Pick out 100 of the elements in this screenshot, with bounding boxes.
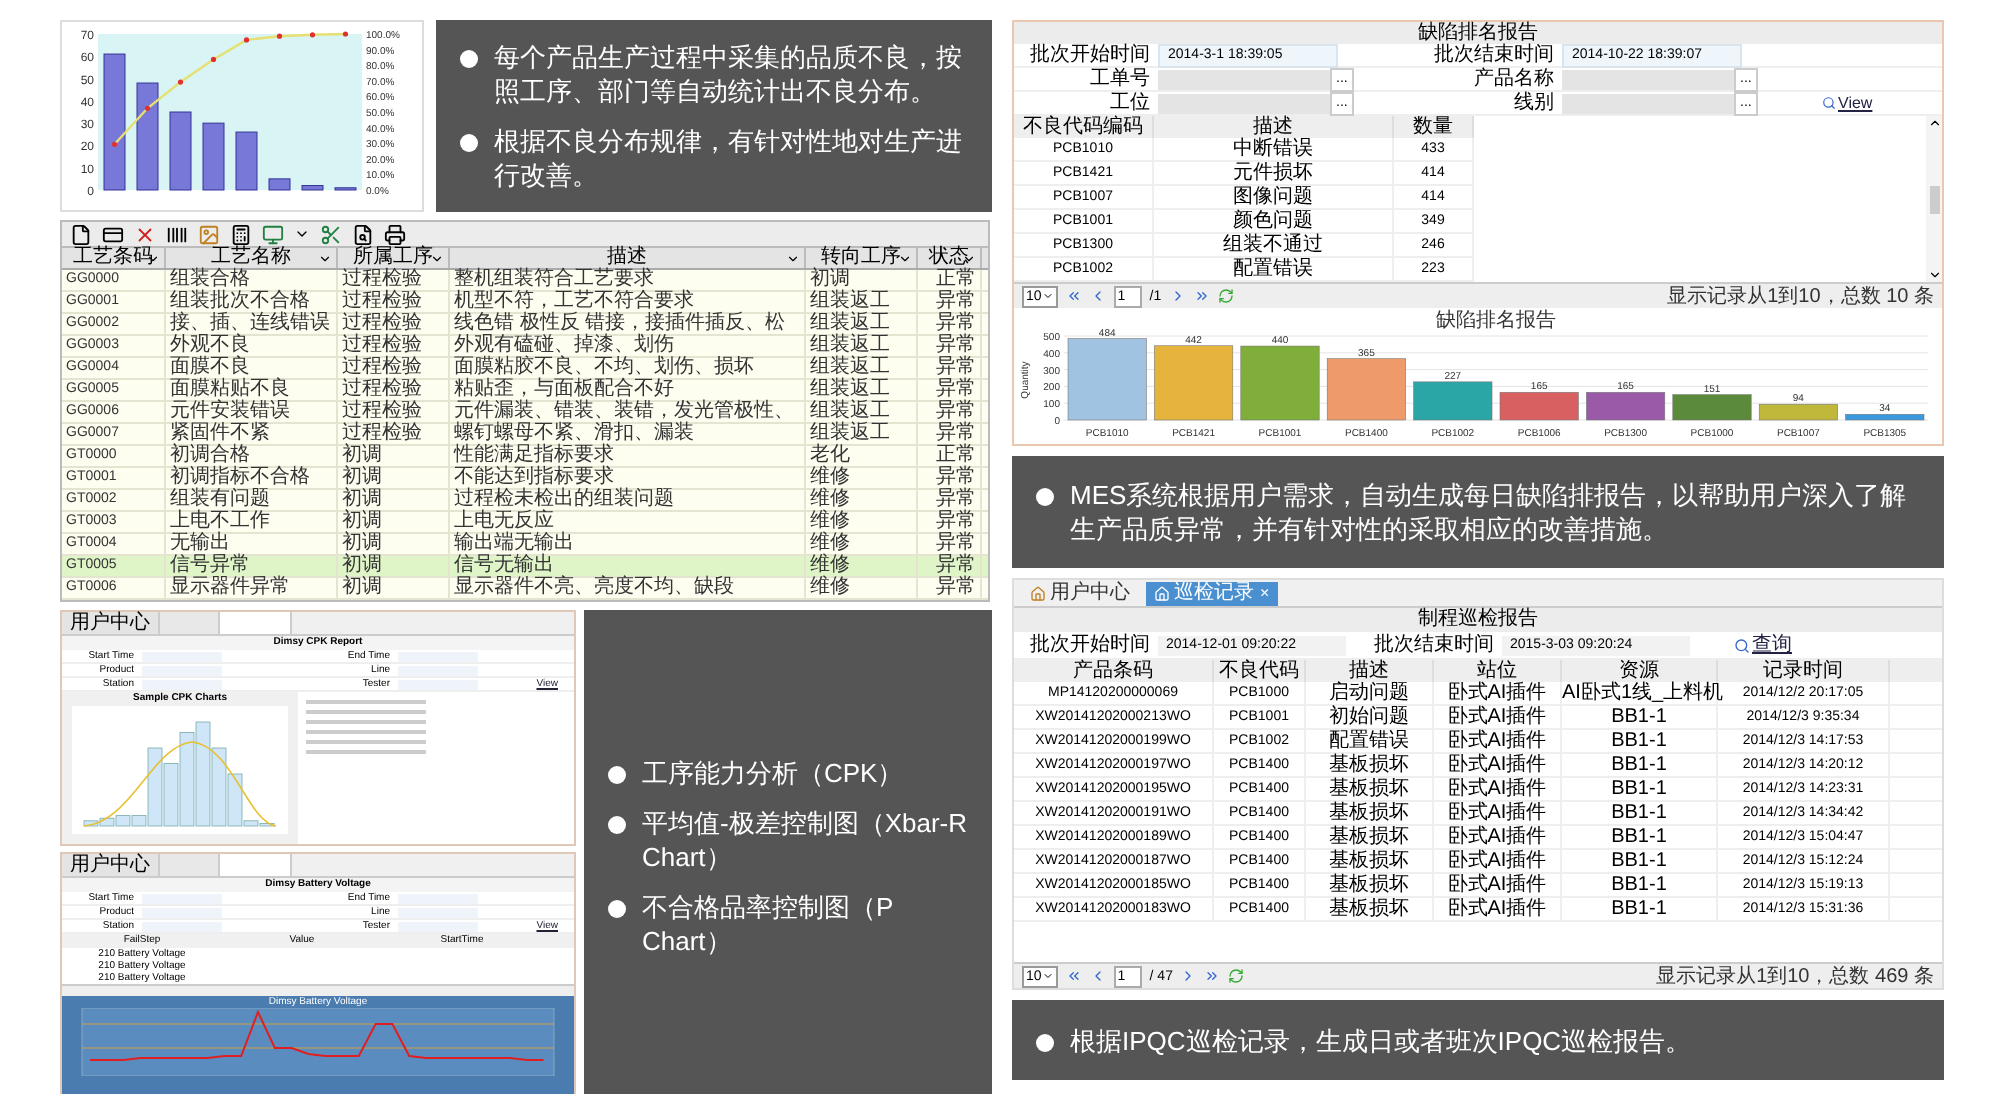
first-page-icon[interactable] (1065, 288, 1082, 304)
column-header: 站位 (1434, 660, 1562, 682)
refresh-icon[interactable] (1217, 288, 1234, 304)
input-field[interactable] (1562, 93, 1734, 113)
input-field[interactable] (1562, 69, 1734, 89)
dropdown-icon[interactable] (898, 251, 912, 265)
note-text: 每个产品生产过程中采集的品质不良，按照工序、部门等自动统计出不良分布。 (494, 40, 964, 108)
field-label: 批次结束时间 (1372, 634, 1496, 656)
table-cell: 异常 (918, 358, 982, 378)
table-cell: 中断错误 (1154, 138, 1394, 160)
table-cell: 卧式AI插件 (1434, 826, 1562, 848)
table-cell: 卧式AI插件 (1434, 850, 1562, 872)
table-cell: 信号异常 (166, 556, 338, 576)
table-cell: BB1-1 (1562, 802, 1718, 824)
table-cell: 紧固件不紧 (166, 424, 338, 444)
table-cell: 异常 (918, 314, 982, 334)
table-cell: 组装有问题 (166, 490, 338, 510)
delete-icon[interactable] (134, 223, 156, 245)
note-text: 不合格品率控制图（P Chart） (642, 890, 895, 958)
table-cell: 显示器件不亮、亮度不均、缺段 (450, 578, 806, 598)
table-cell: 组装返工 (806, 424, 918, 444)
caret-icon[interactable] (294, 226, 310, 242)
column-header: 数量 (1394, 116, 1474, 138)
input-field[interactable] (1158, 69, 1330, 89)
bar (1413, 381, 1493, 421)
column-header[interactable]: 状态 (918, 248, 982, 268)
scissors-icon[interactable] (320, 223, 342, 245)
column-header[interactable]: 工艺名称 (166, 248, 338, 268)
first-page-icon[interactable] (1065, 968, 1082, 984)
table-cell: 基板损坏 (1306, 754, 1434, 776)
last-page-icon[interactable] (1204, 968, 1221, 984)
note-text: MES系统根据用户需求，自动生成每日缺陷排报告，以帮助用户深入了解生产品质异常，并有针对性的采取相应的改善措施。 (1070, 478, 1909, 546)
table-cell: 组装返工 (806, 402, 918, 422)
table-cell: 正常 (918, 446, 982, 466)
table-cell: 初调指标不合格 (166, 468, 338, 488)
table-cell: 组装不通过 (1154, 234, 1394, 256)
refresh-icon[interactable] (1228, 968, 1245, 984)
table-cell: AI卧式1线_上料机 (1562, 682, 1718, 704)
table-cell: 初调 (338, 468, 450, 488)
table-cell: 过程检验 (338, 424, 450, 444)
table-cell: 初调 (338, 578, 450, 598)
tab[interactable]: 用户中心 (62, 612, 160, 634)
bullet-icon (608, 766, 626, 784)
note-text: 工序能力分析（CPK） (642, 756, 904, 790)
input-field[interactable] (1158, 93, 1330, 113)
table-cell: 卧式AI插件 (1434, 754, 1562, 776)
table-cell: 接、插、连线错误 (166, 314, 338, 334)
table-cell: 初调 (806, 270, 918, 290)
bar (1758, 403, 1838, 421)
table-cell: 卧式AI插件 (1434, 730, 1562, 752)
table-cell: BB1-1 (1562, 754, 1718, 776)
query-link[interactable]: 查询 (1734, 634, 1792, 656)
table-cell: 元件安装错误 (166, 402, 338, 422)
dropdown-icon[interactable] (318, 251, 332, 265)
bar (1499, 391, 1579, 421)
table-cell: 面膜粘胶不良、不均、划伤、损坏 (450, 358, 806, 378)
table-cell: 过程检验 (338, 380, 450, 400)
new-file-icon[interactable] (70, 223, 92, 245)
column-header[interactable]: 工艺条码 (62, 248, 166, 268)
bar (1240, 345, 1320, 421)
table-cell: 维修 (806, 578, 918, 598)
table-cell: 配置错误 (1154, 258, 1394, 280)
table-cell: 元件损坏 (1154, 162, 1394, 184)
note-text: 平均值-极差控制图（Xbar-R Chart） (642, 806, 968, 874)
scrollbar[interactable] (1926, 116, 1942, 282)
scroll-up-icon[interactable] (1927, 116, 1941, 130)
image-icon[interactable] (198, 223, 220, 245)
table-cell: 启动问题 (1306, 682, 1434, 704)
monitor-icon[interactable] (262, 223, 284, 245)
column-header[interactable]: 转向工序 (806, 248, 918, 268)
barcode-icon[interactable] (166, 223, 188, 245)
home-icon (1154, 586, 1170, 602)
column-header: 记录时间 (1718, 660, 1890, 682)
calculator-icon[interactable] (230, 223, 252, 245)
table-cell: 线色错 极性反 错接，接插件插反、松 (450, 314, 806, 334)
printer-icon[interactable] (384, 223, 406, 245)
tab[interactable]: 用户中心 (62, 854, 160, 876)
table-cell: 外观有磕碰、掉漆、划伤 (450, 336, 806, 356)
table-cell: BB1-1 (1562, 730, 1718, 752)
card-icon[interactable] (102, 223, 124, 245)
dropdown-icon[interactable] (430, 251, 444, 265)
table-cell: 异常 (918, 380, 982, 400)
last-page-icon[interactable] (1193, 288, 1210, 304)
preview-icon[interactable] (352, 223, 374, 245)
column-header: 资源 (1562, 660, 1718, 682)
column-header[interactable]: 所属工序 (338, 248, 450, 268)
scroll-down-icon[interactable] (1927, 268, 1941, 282)
scroll-thumb[interactable] (1929, 185, 1939, 213)
table-cell: 组装返工 (806, 358, 918, 378)
bar (1845, 414, 1925, 421)
table-cell: 过程检验 (338, 402, 450, 422)
bar (1154, 345, 1234, 421)
bar (1326, 358, 1406, 421)
table-cell: 图像问题 (1154, 186, 1394, 208)
dropdown-icon[interactable] (786, 251, 800, 265)
table-cell: 组装返工 (806, 292, 918, 312)
table-cell: 卧式AI插件 (1434, 874, 1562, 896)
field-label: 产品名称 (1472, 68, 1556, 90)
view-link[interactable]: View (1822, 93, 1873, 113)
report-title: 制程巡检报告 (1014, 608, 1942, 632)
